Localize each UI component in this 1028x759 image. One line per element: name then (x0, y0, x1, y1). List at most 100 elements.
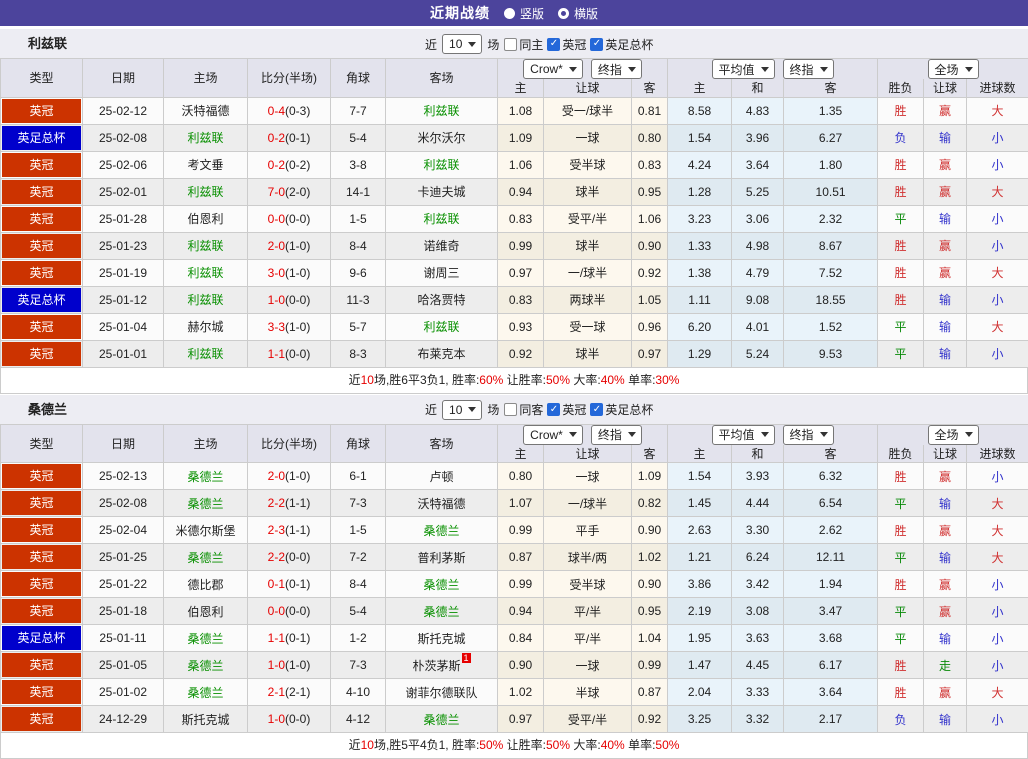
match-count-value: 10 (449, 37, 462, 51)
result-handicap: 走 (924, 652, 967, 679)
bookmaker-select[interactable]: Crow* (523, 425, 583, 445)
col-header-home: 主场 (164, 59, 248, 98)
layout-radio-horizontal[interactable]: 横版 (558, 5, 598, 22)
league-badge: 英冠 (2, 342, 81, 366)
result-wdl: 胜 (878, 652, 924, 679)
summary-stat-value: 30% (655, 373, 679, 387)
subcol-euro-away: 客 (784, 79, 878, 97)
col-header-type: 类型 (1, 424, 83, 463)
fulltime-select[interactable]: 全场 (928, 425, 979, 445)
subcol-asian-home: 主 (498, 79, 544, 97)
match-row: 英冠 25-02-04 米德尔斯堡 2-3(1-1) 1-5 桑德兰 0.99 … (1, 517, 1028, 544)
euro-home-odds: 1.54 (668, 124, 732, 151)
home-team: 伯恩利 (164, 205, 248, 232)
result-wdl: 平 (878, 544, 924, 571)
euro-draw-odds: 3.63 (732, 625, 784, 652)
summary-stat-value: 50% (479, 738, 503, 752)
euro-time-select[interactable]: 终指 (783, 59, 834, 79)
half-score: (0-2) (285, 158, 310, 172)
bookmaker-select[interactable]: Crow* (523, 59, 583, 79)
score-cell: 1-0(0-0) (248, 706, 331, 733)
league-badge: 英足总杯 (2, 288, 81, 312)
league-badge: 英冠 (2, 653, 81, 677)
match-date: 25-01-11 (83, 625, 164, 652)
result-handicap: 输 (924, 124, 967, 151)
away-team: 哈洛贾特 (386, 286, 498, 313)
full-score: 1-0 (268, 712, 285, 726)
match-date: 24-12-29 (83, 706, 164, 733)
fulltime-select[interactable]: 全场 (928, 59, 979, 79)
asian-handicap: 一/球半 (544, 259, 632, 286)
title-bar: 近期战绩 竖版 横版 (0, 0, 1028, 28)
match-count-select[interactable]: 10 (442, 400, 482, 420)
euro-home-odds: 3.25 (668, 706, 732, 733)
filter-checkbox[interactable]: ✓英足总杯 (590, 36, 653, 53)
full-score: 3-0 (268, 266, 285, 280)
league-badge: 英冠 (2, 680, 81, 704)
filter-checkbox[interactable]: ✓英冠 (547, 36, 586, 53)
record-summary: 近10场,胜6平3负1, 胜率:60% 让胜率:50% 大率:40% 单率:30… (0, 368, 1028, 394)
league-badge: 英冠 (2, 599, 81, 623)
result-goals: 小 (967, 463, 1028, 490)
corner-count: 8-3 (331, 340, 386, 367)
corner-count: 3-8 (331, 151, 386, 178)
subcol-asian-home: 主 (498, 445, 544, 463)
result-wdl: 平 (878, 490, 924, 517)
asian-away-odds: 0.83 (632, 151, 668, 178)
result-goals: 小 (967, 625, 1028, 652)
league-badge: 英冠 (2, 315, 81, 339)
odds-time-select[interactable]: 终指 (591, 59, 642, 79)
result-handicap: 输 (924, 313, 967, 340)
chevron-down-icon (628, 432, 636, 437)
half-score: (1-0) (285, 266, 310, 280)
asian-handicap: 一/球半 (544, 490, 632, 517)
euro-time-select[interactable]: 终指 (783, 425, 834, 445)
filter-checkbox[interactable]: 同客 (504, 401, 543, 418)
half-score: (0-0) (285, 550, 310, 564)
match-row: 英冠 25-02-08 桑德兰 2-2(1-1) 7-3 沃特福德 1.07 一… (1, 490, 1028, 517)
euro-home-odds: 3.86 (668, 571, 732, 598)
match-row: 英冠 25-01-01 利兹联 1-1(0-0) 8-3 布莱克本 0.92 球… (1, 340, 1028, 367)
chevron-down-icon (820, 432, 828, 437)
home-team: 桑德兰 (164, 652, 248, 679)
average-select[interactable]: 平均值 (712, 59, 775, 79)
layout-radio-vertical[interactable]: 竖版 (504, 5, 544, 22)
asian-home-odds: 0.80 (498, 463, 544, 490)
score-cell: 2-2(1-1) (248, 490, 331, 517)
euro-odds-group: 平均值 终指 (668, 59, 878, 80)
match-row: 英冠 25-02-12 沃特福德 0-4(0-3) 7-7 利兹联 1.08 受… (1, 97, 1028, 124)
home-team: 桑德兰 (164, 490, 248, 517)
match-count-select[interactable]: 10 (442, 34, 482, 54)
away-team: 布莱克本 (386, 340, 498, 367)
average-select[interactable]: 平均值 (712, 425, 775, 445)
league-badge: 英冠 (2, 464, 81, 488)
match-row: 英足总杯 25-02-08 利兹联 0-2(0-1) 5-4 米尔沃尔 1.09… (1, 124, 1028, 151)
euro-draw-odds: 4.45 (732, 652, 784, 679)
league-type-cell: 英冠 (1, 232, 83, 259)
section-header: 利兹联 近 10 场 同主✓英冠✓英足总杯 (0, 28, 1028, 58)
league-type-cell: 英冠 (1, 517, 83, 544)
filter-checkbox[interactable]: ✓英足总杯 (590, 401, 653, 418)
filter-controls: 近 10 场 同客✓英冠✓英足总杯 (425, 395, 653, 425)
euro-away-odds: 3.47 (784, 598, 878, 625)
league-type-cell: 英冠 (1, 151, 83, 178)
full-score: 2-0 (268, 469, 285, 483)
col-header-away: 客场 (386, 424, 498, 463)
filter-checkbox[interactable]: 同主 (504, 36, 543, 53)
full-score: 0-2 (268, 131, 285, 145)
score-cell: 1-1(0-1) (248, 625, 331, 652)
summary-text: 让胜率: (503, 373, 546, 387)
result-handicap: 输 (924, 286, 967, 313)
away-team: 利兹联 (386, 97, 498, 124)
odds-time-select[interactable]: 终指 (591, 425, 642, 445)
asian-odds-group: Crow* 终指 (498, 59, 668, 80)
result-wdl: 平 (878, 340, 924, 367)
result-handicap: 赢 (924, 151, 967, 178)
chevron-down-icon (569, 67, 577, 72)
subcol-handicap-result: 让球 (924, 445, 967, 463)
league-badge: 英冠 (2, 261, 81, 285)
full-score: 0-2 (268, 158, 285, 172)
result-handicap: 赢 (924, 517, 967, 544)
radio-unselected-icon (558, 8, 569, 19)
filter-checkbox[interactable]: ✓英冠 (547, 401, 586, 418)
